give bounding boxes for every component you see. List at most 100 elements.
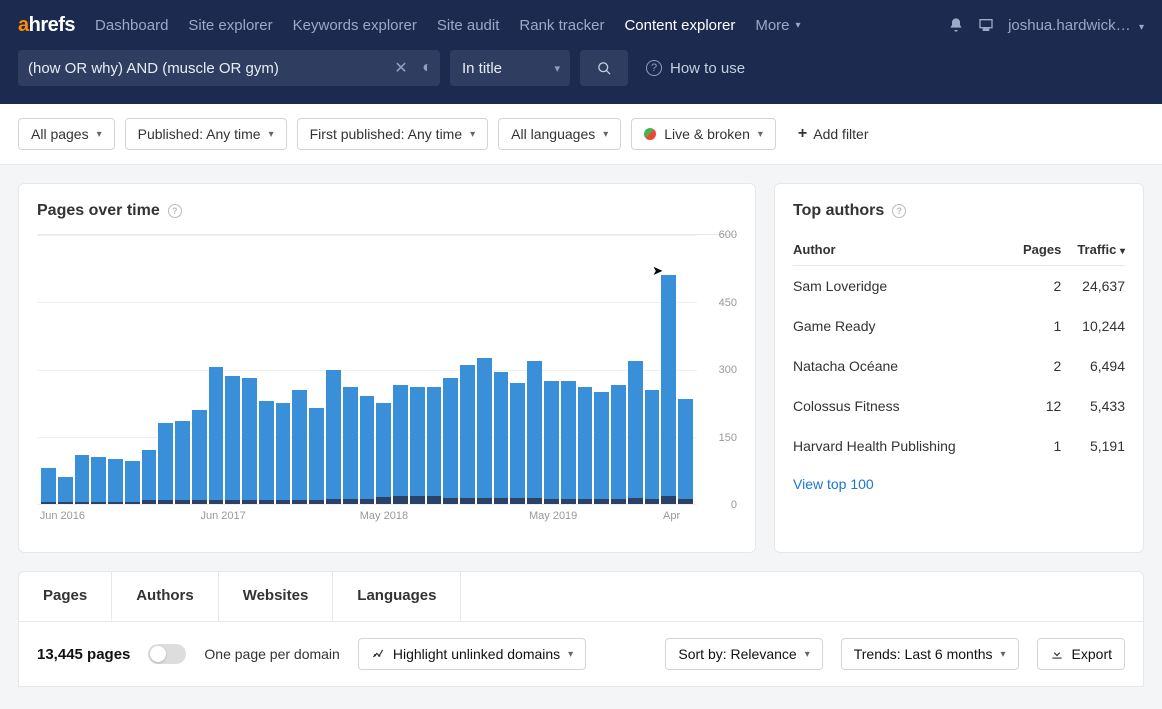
chevron-down-icon: ▾ (470, 129, 475, 140)
filter-published[interactable]: Published: Any time▾ (125, 118, 287, 150)
filter-live-broken[interactable]: Live & broken▾ (631, 118, 776, 150)
filter-all-pages[interactable]: All pages▾ (18, 118, 115, 150)
chart-bar[interactable] (561, 235, 576, 504)
col-traffic[interactable]: Traffic ▾ (1061, 234, 1125, 266)
chart-bar[interactable] (494, 235, 509, 504)
tab-pages[interactable]: Pages (19, 572, 112, 621)
chevron-down-icon: ▾ (568, 649, 573, 660)
chart-bar[interactable] (75, 235, 90, 504)
chart-bar[interactable] (443, 235, 458, 504)
chart-bar[interactable] (108, 235, 123, 504)
nav-site-audit[interactable]: Site audit (437, 17, 500, 34)
filter-first-published[interactable]: First published: Any time▾ (297, 118, 489, 150)
chart-bar[interactable] (158, 235, 173, 504)
bar-chart: ➤ 0150300450600 Jun 2016Jun 2017May 2018… (37, 234, 737, 534)
author-pages[interactable]: 2 (1010, 266, 1061, 307)
chart-bar[interactable] (326, 235, 341, 504)
sort-button[interactable]: Sort by: Relevance▾ (665, 638, 822, 670)
col-pages[interactable]: Pages (1010, 234, 1061, 266)
nav-content-explorer[interactable]: Content explorer (624, 17, 735, 34)
chart-bar[interactable] (376, 235, 391, 504)
chevron-down-icon: ▾ (97, 129, 102, 140)
highlight-icon (371, 647, 385, 661)
chart-bar[interactable] (611, 235, 626, 504)
chart-bar[interactable] (410, 235, 425, 504)
chart-bar[interactable] (678, 235, 693, 504)
chevron-down-icon: ▾ (758, 129, 763, 140)
status-dot-icon (644, 128, 656, 140)
chart-bar[interactable] (142, 235, 157, 504)
chart-bar[interactable] (209, 235, 224, 504)
trends-button[interactable]: Trends: Last 6 months▾ (841, 638, 1019, 670)
panel-title: Pages over time? (37, 202, 737, 220)
tab-authors[interactable]: Authors (112, 572, 219, 621)
main-nav: Dashboard Site explorer Keywords explore… (95, 17, 948, 34)
one-page-per-domain-toggle[interactable] (148, 644, 186, 664)
chart-bar[interactable] (661, 235, 676, 504)
tab-languages[interactable]: Languages (333, 572, 461, 621)
chart-bar[interactable] (41, 235, 56, 504)
chart-bar[interactable] (427, 235, 442, 504)
chart-bar[interactable] (225, 235, 240, 504)
author-pages[interactable]: 12 (1010, 386, 1061, 426)
chart-bar[interactable] (292, 235, 307, 504)
chart-bar[interactable] (393, 235, 408, 504)
author-pages[interactable]: 2 (1010, 346, 1061, 386)
chart-bar[interactable] (510, 235, 525, 504)
author-traffic: 5,433 (1061, 386, 1125, 426)
highlight-unlinked-button[interactable]: Highlight unlinked domains▾ (358, 638, 586, 670)
search-group: ✕ ◐ (18, 50, 440, 86)
search-input[interactable] (18, 50, 388, 86)
monitor-icon[interactable] (978, 17, 994, 33)
author-traffic: 24,637 (1061, 266, 1125, 307)
chart-bar[interactable] (192, 235, 207, 504)
export-button[interactable]: Export (1037, 638, 1125, 670)
chart-bar[interactable] (58, 235, 73, 504)
add-filter-button[interactable]: +Add filter (786, 118, 881, 150)
chart-bar[interactable] (527, 235, 542, 504)
author-pages[interactable]: 1 (1010, 306, 1061, 346)
chart-bar[interactable] (309, 235, 324, 504)
search-button[interactable] (580, 50, 628, 86)
nav-more[interactable]: More▾ (755, 17, 800, 34)
chart-bar[interactable] (343, 235, 358, 504)
bell-icon[interactable] (948, 17, 964, 33)
nav-site-explorer[interactable]: Site explorer (188, 17, 272, 34)
chart-bar[interactable] (91, 235, 106, 504)
author-pages[interactable]: 1 (1010, 426, 1061, 466)
chart-bar[interactable] (276, 235, 291, 504)
chevron-down-icon: ▾ (805, 649, 810, 660)
chart-bar[interactable] (628, 235, 643, 504)
chart-bar[interactable] (259, 235, 274, 504)
panel-title: Top authors? (793, 202, 1125, 220)
chart-bar[interactable] (578, 235, 593, 504)
chart-bar[interactable] (460, 235, 475, 504)
help-icon[interactable]: ◐ (414, 50, 440, 86)
view-top-100-link[interactable]: View top 100 (793, 476, 874, 492)
chart-bar[interactable] (125, 235, 140, 504)
chart-bar[interactable] (360, 235, 375, 504)
filter-languages[interactable]: All languages▾ (498, 118, 621, 150)
table-row: Sam Loveridge224,637 (793, 266, 1125, 307)
pages-over-time-panel: Pages over time? ➤ 0150300450600 Jun 201… (18, 183, 756, 553)
user-menu[interactable]: joshua.hardwick… ▾ (1008, 17, 1144, 34)
chevron-down-icon: ▾ (1139, 22, 1144, 33)
tab-websites[interactable]: Websites (219, 572, 334, 621)
search-scope-select[interactable]: In title (450, 50, 570, 86)
nav-dashboard[interactable]: Dashboard (95, 17, 168, 34)
how-to-use[interactable]: ? How to use (646, 60, 745, 77)
nav-rank-tracker[interactable]: Rank tracker (519, 17, 604, 34)
col-author[interactable]: Author (793, 234, 1010, 266)
info-icon[interactable]: ? (168, 204, 182, 218)
info-icon[interactable]: ? (892, 204, 906, 218)
chevron-down-icon: ▾ (603, 129, 608, 140)
chart-bar[interactable] (594, 235, 609, 504)
table-row: Harvard Health Publishing15,191 (793, 426, 1125, 466)
chart-bar[interactable] (242, 235, 257, 504)
chart-bar[interactable] (645, 235, 660, 504)
chart-bar[interactable] (544, 235, 559, 504)
clear-icon[interactable]: ✕ (388, 50, 414, 86)
chart-bar[interactable] (477, 235, 492, 504)
nav-keywords-explorer[interactable]: Keywords explorer (293, 17, 417, 34)
chart-bar[interactable] (175, 235, 190, 504)
